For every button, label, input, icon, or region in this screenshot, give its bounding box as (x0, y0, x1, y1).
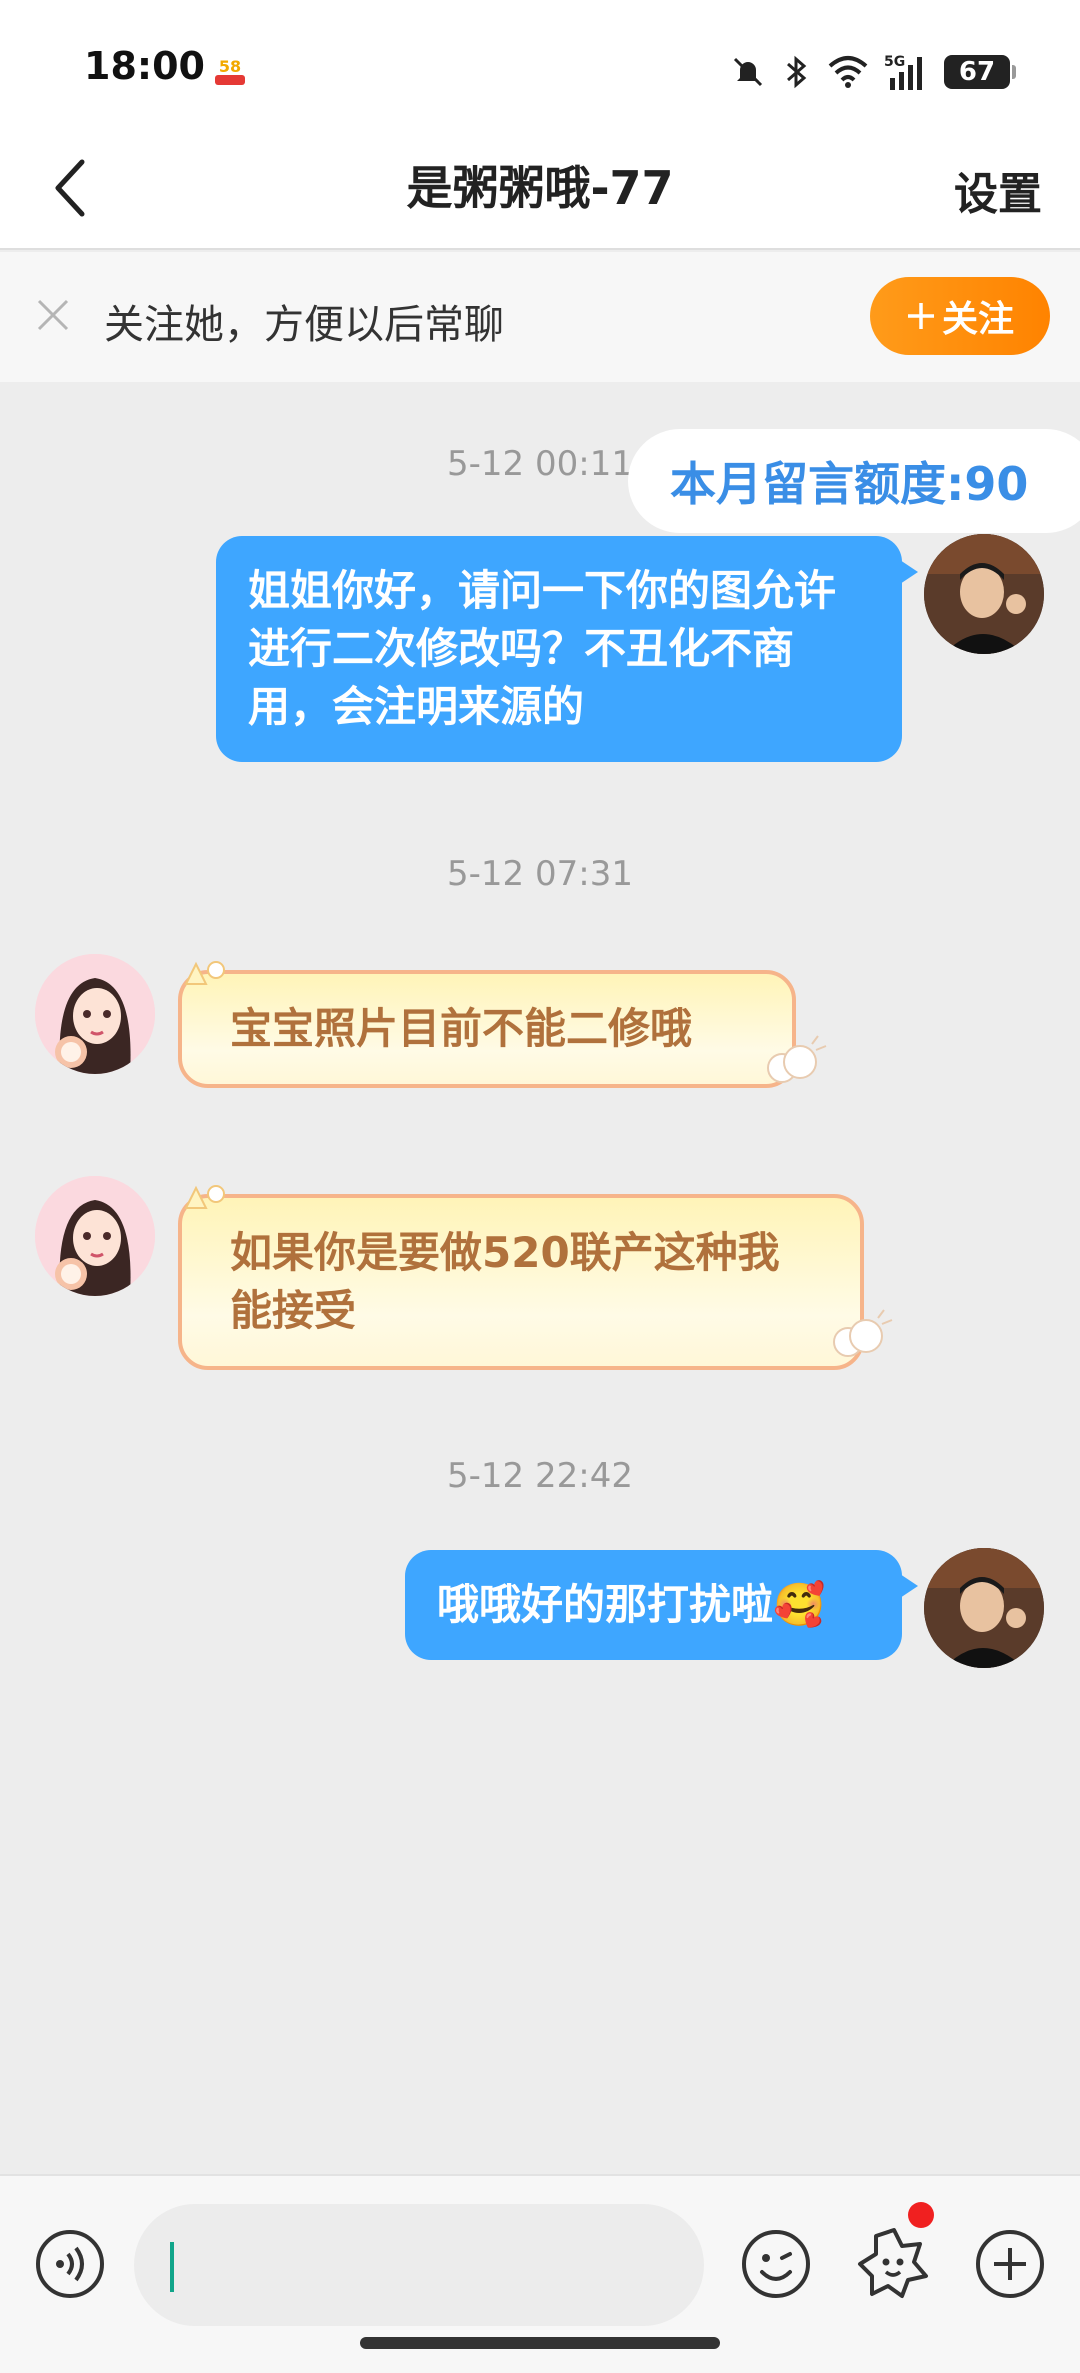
message-quota-badge: 本月留言额度:90 (628, 429, 1080, 533)
sparkle-decoration-icon (184, 1185, 225, 1209)
home-indicator[interactable] (360, 2337, 720, 2349)
avatar-me[interactable] (924, 534, 1044, 654)
battery-icon: 67 (944, 55, 1016, 89)
status-bar: 18:00 58 5G 67 (0, 0, 1080, 130)
message-bubble-incoming[interactable]: 宝宝照片目前不能二修哦 (178, 970, 796, 1088)
back-button[interactable] (30, 148, 110, 228)
signal-icon: 5G (884, 54, 922, 90)
emoji-icon (742, 2230, 810, 2298)
page-title: 是粥粥哦-77 (406, 161, 674, 215)
follow-banner: 关注她，方便以后常聊 关注 (0, 252, 1080, 382)
message-bubble-outgoing[interactable]: 哦哦好的那打扰啦🥰 (405, 1550, 918, 1660)
plus-icon (907, 303, 934, 329)
message-timestamp: 5-12 22:42 (447, 1456, 633, 1496)
more-button[interactable] (972, 2226, 1048, 2302)
voice-icon (36, 2230, 104, 2298)
svg-text:58: 58 (219, 57, 241, 76)
notification-dot (908, 2202, 934, 2228)
sticker-flower-icon (858, 2228, 928, 2298)
follow-button-label: 关注 (941, 299, 1014, 340)
wifi-icon (828, 56, 868, 88)
svg-text:5G: 5G (884, 54, 905, 70)
settings-button[interactable]: 设置 (954, 158, 1042, 222)
plus-circle-icon (976, 2230, 1044, 2298)
follow-prompt-text: 关注她，方便以后常聊 (104, 302, 504, 348)
message-input[interactable] (134, 2204, 704, 2326)
message-bubble-incoming[interactable]: 如果你是要做520联产这种我能接受 (178, 1194, 864, 1370)
chat-area[interactable]: 5-12 00:11 本月留言额度:90 姐姐你好，请问一下你的图允许进行二次修… (0, 384, 1080, 2174)
app-badge-icon: 58 (212, 54, 248, 88)
cloud-decoration-icon (767, 1035, 827, 1083)
close-icon[interactable] (30, 292, 76, 338)
avatar-me[interactable] (924, 1548, 1044, 1668)
message-bubble-outgoing[interactable]: 姐姐你好，请问一下你的图允许进行二次修改吗？不丑化不商用，会注明来源的 (216, 536, 918, 762)
status-icons: 5G 67 (730, 48, 1016, 96)
avatar-contact[interactable] (35, 954, 155, 1074)
emoji-button[interactable] (738, 2226, 814, 2302)
mute-icon (733, 57, 763, 87)
text-cursor (170, 2242, 174, 2292)
cloud-decoration-icon (833, 1309, 893, 1357)
voice-button[interactable] (32, 2226, 108, 2302)
status-time: 18:00 (84, 44, 205, 88)
avatar-contact[interactable] (35, 1176, 155, 1296)
message-timestamp: 5-12 07:31 (447, 854, 633, 894)
nav-bar: 是粥粥哦-77 设置 (0, 130, 1080, 250)
chevron-left-icon (55, 159, 85, 217)
sparkle-decoration-icon (184, 961, 225, 985)
sticker-button[interactable] (856, 2224, 932, 2300)
bluetooth-icon (787, 55, 807, 89)
follow-button[interactable]: 关注 (870, 277, 1050, 355)
